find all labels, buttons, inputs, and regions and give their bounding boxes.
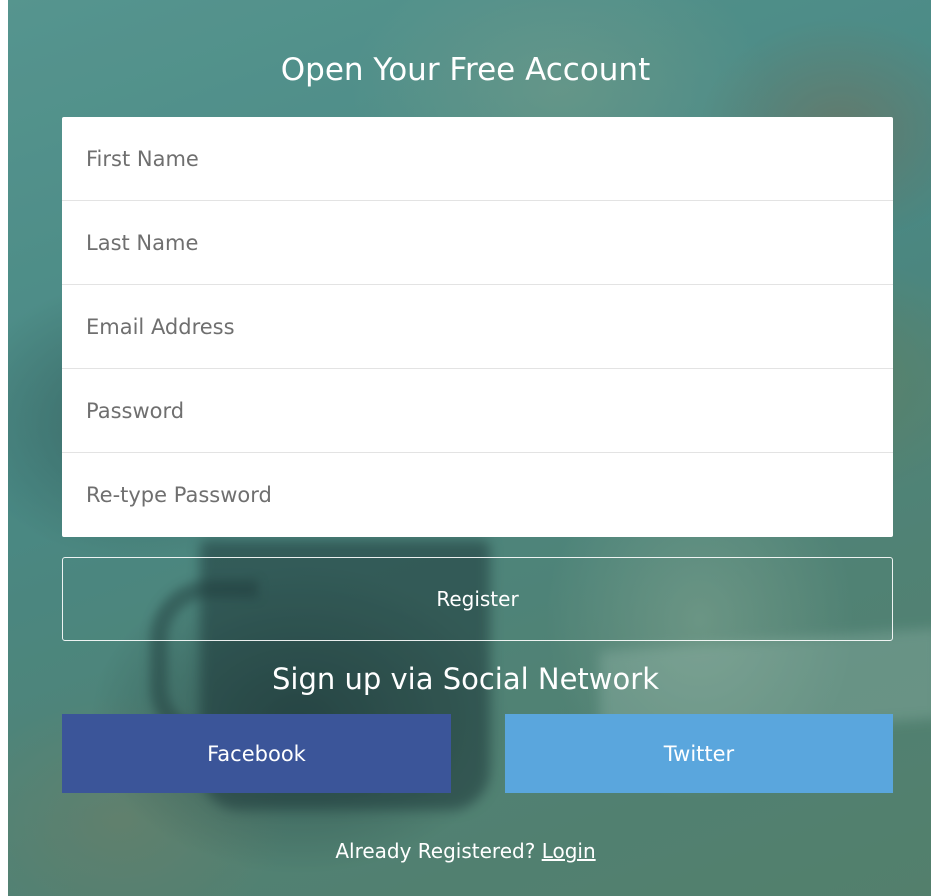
left-edge-strip bbox=[0, 0, 8, 896]
password-input[interactable] bbox=[62, 369, 893, 453]
first-name-input[interactable] bbox=[62, 117, 893, 201]
registration-form bbox=[62, 117, 893, 537]
login-link[interactable]: Login bbox=[542, 839, 596, 863]
form-title: Open Your Free Account bbox=[280, 52, 651, 88]
email-address-input[interactable] bbox=[62, 285, 893, 369]
already-registered-text: Already Registered? bbox=[335, 839, 536, 863]
facebook-signup-button[interactable]: Facebook bbox=[62, 714, 451, 793]
social-signup-heading: Sign up via Social Network bbox=[272, 662, 659, 696]
register-button[interactable]: Register bbox=[62, 557, 893, 641]
twitter-signup-button[interactable]: Twitter bbox=[505, 714, 893, 793]
retype-password-input[interactable] bbox=[62, 453, 893, 537]
last-name-input[interactable] bbox=[62, 201, 893, 285]
already-registered-line: Already Registered? Login bbox=[0, 836, 931, 866]
